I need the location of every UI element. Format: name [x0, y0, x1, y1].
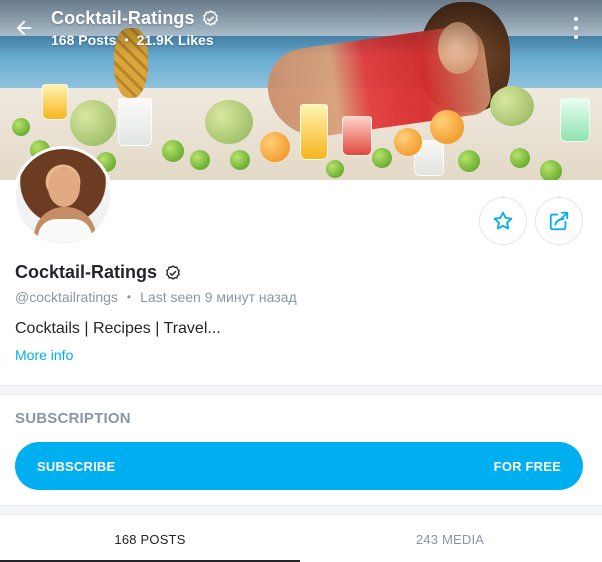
section-divider — [0, 505, 602, 515]
posts-count: 168 Posts — [51, 32, 117, 48]
verified-check-icon — [202, 10, 218, 26]
subscribe-label: SUBSCRIBE — [37, 458, 116, 474]
last-seen-status: Last seen 9 минут назад — [140, 289, 297, 305]
avatar[interactable] — [13, 146, 113, 246]
verified-check-icon — [166, 264, 181, 280]
share-button[interactable] — [535, 197, 583, 245]
profile-header: Cocktail-Ratings 168 Posts • 21.9K Likes — [0, 0, 602, 56]
profile-name-row: Cocktail-Ratings — [15, 262, 181, 283]
arrow-left-icon — [16, 20, 32, 36]
subscription-heading: SUBSCRIPTION — [15, 410, 131, 427]
profile-bio: Cocktails | Recipes | Travel... — [15, 320, 221, 337]
tab-media[interactable]: 243 MEDIA — [300, 516, 600, 562]
profile-name: Cocktail-Ratings — [15, 262, 158, 282]
add-to-favorites-button[interactable] — [479, 197, 527, 245]
share-icon — [549, 211, 569, 231]
stats-separator: • — [124, 33, 129, 47]
vertical-dots-icon — [574, 17, 578, 21]
more-info-link[interactable]: More info — [15, 347, 73, 363]
tab-posts[interactable]: 168 POSTS — [0, 516, 300, 562]
back-button[interactable] — [10, 14, 38, 42]
subscribe-button[interactable]: SUBSCRIBE FOR FREE — [15, 442, 583, 490]
more-options-button[interactable] — [566, 17, 586, 39]
header-title: Cocktail-Ratings — [51, 8, 195, 28]
profile-meta: @cocktailratings • Last seen 9 минут наз… — [15, 289, 297, 305]
header-title-block: Cocktail-Ratings 168 Posts • 21.9K Likes — [51, 8, 219, 48]
profile-handle: @cocktailratings — [15, 289, 118, 305]
section-divider — [0, 385, 602, 395]
likes-count: 21.9K Likes — [136, 32, 214, 48]
header-stats: 168 Posts • 21.9K Likes — [51, 32, 219, 48]
content-tabs: 168 POSTS 243 MEDIA — [0, 516, 602, 562]
star-icon — [493, 211, 513, 230]
meta-separator: • — [126, 290, 132, 304]
subscribe-price: FOR FREE — [493, 458, 561, 474]
